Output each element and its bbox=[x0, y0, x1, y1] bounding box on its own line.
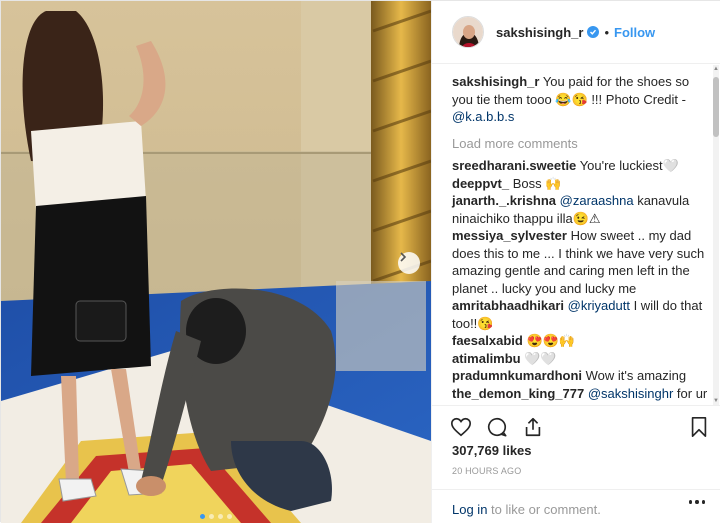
chevron-right-icon bbox=[400, 252, 407, 262]
comment-username[interactable]: janarth._.krishna bbox=[452, 193, 556, 208]
comment-text: Wow it's amazing bbox=[585, 368, 687, 383]
scroll-thumb[interactable] bbox=[713, 77, 719, 137]
comment-icon[interactable] bbox=[486, 416, 508, 438]
scroll-up-arrow-icon[interactable]: ▲ bbox=[713, 65, 719, 73]
header-separator: • bbox=[604, 24, 609, 40]
header-username[interactable]: sakshisingh_r bbox=[496, 25, 583, 40]
caption-mention[interactable]: @k.a.b.b.s bbox=[452, 109, 514, 124]
avatar[interactable] bbox=[452, 16, 484, 48]
verified-badge-icon bbox=[587, 26, 600, 38]
caption-username[interactable]: sakshisingh_r bbox=[452, 74, 539, 89]
comment-username[interactable]: sreedharani.sweetie bbox=[452, 158, 576, 173]
comment-username[interactable]: the_demon_king_777 bbox=[452, 386, 584, 401]
comment-item: deeppvt_ Boss 🙌 bbox=[452, 175, 711, 193]
post-timestamp[interactable]: 20 HOURS AGO bbox=[452, 466, 521, 476]
comment-text: 😍😍🙌 bbox=[526, 333, 576, 348]
heart-icon[interactable] bbox=[450, 416, 472, 438]
comment-mention[interactable]: @kriyadutt bbox=[568, 298, 630, 313]
comment-username[interactable]: deeppvt_ bbox=[452, 176, 509, 191]
post-header: sakshisingh_r • Follow bbox=[432, 1, 720, 64]
carousel-indicator bbox=[1, 514, 431, 519]
comment-item: sreedharani.sweetie You're luckiest🤍 bbox=[452, 157, 711, 175]
comment-username[interactable]: faesalxabid bbox=[452, 333, 523, 348]
login-prompt-text: to like or comment. bbox=[487, 502, 601, 517]
comment-item: messiya_sylvester How sweet .. my dad do… bbox=[452, 227, 711, 297]
comment-text: You're luckiest🤍 bbox=[579, 158, 679, 173]
carousel-dot bbox=[218, 514, 223, 519]
login-link[interactable]: Log in bbox=[452, 502, 487, 517]
carousel-dot bbox=[227, 514, 232, 519]
carousel-dot bbox=[200, 514, 205, 519]
load-more-comments-button[interactable]: Load more comments bbox=[452, 135, 711, 153]
comment-text: 🤍🤍 bbox=[524, 350, 557, 366]
comment-text: Boss 🙌 bbox=[512, 175, 562, 191]
more-options-icon[interactable] bbox=[689, 500, 705, 506]
comment-username[interactable]: amritabhaadhikari bbox=[452, 298, 564, 313]
likes-count[interactable]: 307,769 likes bbox=[452, 443, 532, 458]
comment-username[interactable]: messiya_sylvester bbox=[452, 228, 567, 243]
comment-item: atimalimbu 🤍🤍 bbox=[452, 350, 711, 368]
comments-scrollbar[interactable]: ▲ ▼ bbox=[713, 65, 719, 405]
post-side-panel: sakshisingh_r • Follow sakshisingh_r You… bbox=[431, 1, 720, 523]
carousel-dot bbox=[209, 514, 214, 519]
login-prompt: Log in to like or comment. bbox=[432, 489, 720, 523]
instagram-post: sakshisingh_r • Follow sakshisingh_r You… bbox=[0, 0, 720, 523]
carousel-next-button[interactable] bbox=[398, 252, 420, 274]
follow-button[interactable]: Follow bbox=[614, 25, 655, 40]
comment-item: amritabhaadhikari @kriyadutt I will do t… bbox=[452, 297, 711, 332]
comment-item: the_demon_king_777 @sakshisinghr for ur … bbox=[452, 385, 711, 406]
comment-mention[interactable]: @sakshisinghr bbox=[588, 386, 673, 401]
comment-mention[interactable]: @zaraashna bbox=[560, 193, 634, 208]
comments-list[interactable]: sakshisingh_r You paid for the shoes so … bbox=[432, 65, 711, 405]
scroll-down-arrow-icon[interactable]: ▼ bbox=[713, 397, 719, 405]
comment-item: pradumnkumardhoni Wow it's amazing bbox=[452, 367, 711, 385]
photo-illustration bbox=[1, 1, 431, 523]
action-bar bbox=[432, 405, 720, 445]
comment-item: faesalxabid 😍😍🙌 bbox=[452, 332, 711, 350]
comment-username[interactable]: pradumnkumardhoni bbox=[452, 368, 582, 383]
comment-username[interactable]: atimalimbu bbox=[452, 351, 521, 366]
share-icon[interactable] bbox=[522, 416, 544, 438]
post-caption: sakshisingh_r You paid for the shoes so … bbox=[452, 73, 711, 126]
comment-item: janarth._.krishna @zaraashna kanavula ni… bbox=[452, 192, 711, 227]
bookmark-icon[interactable] bbox=[688, 416, 710, 438]
post-photo[interactable] bbox=[1, 1, 431, 523]
